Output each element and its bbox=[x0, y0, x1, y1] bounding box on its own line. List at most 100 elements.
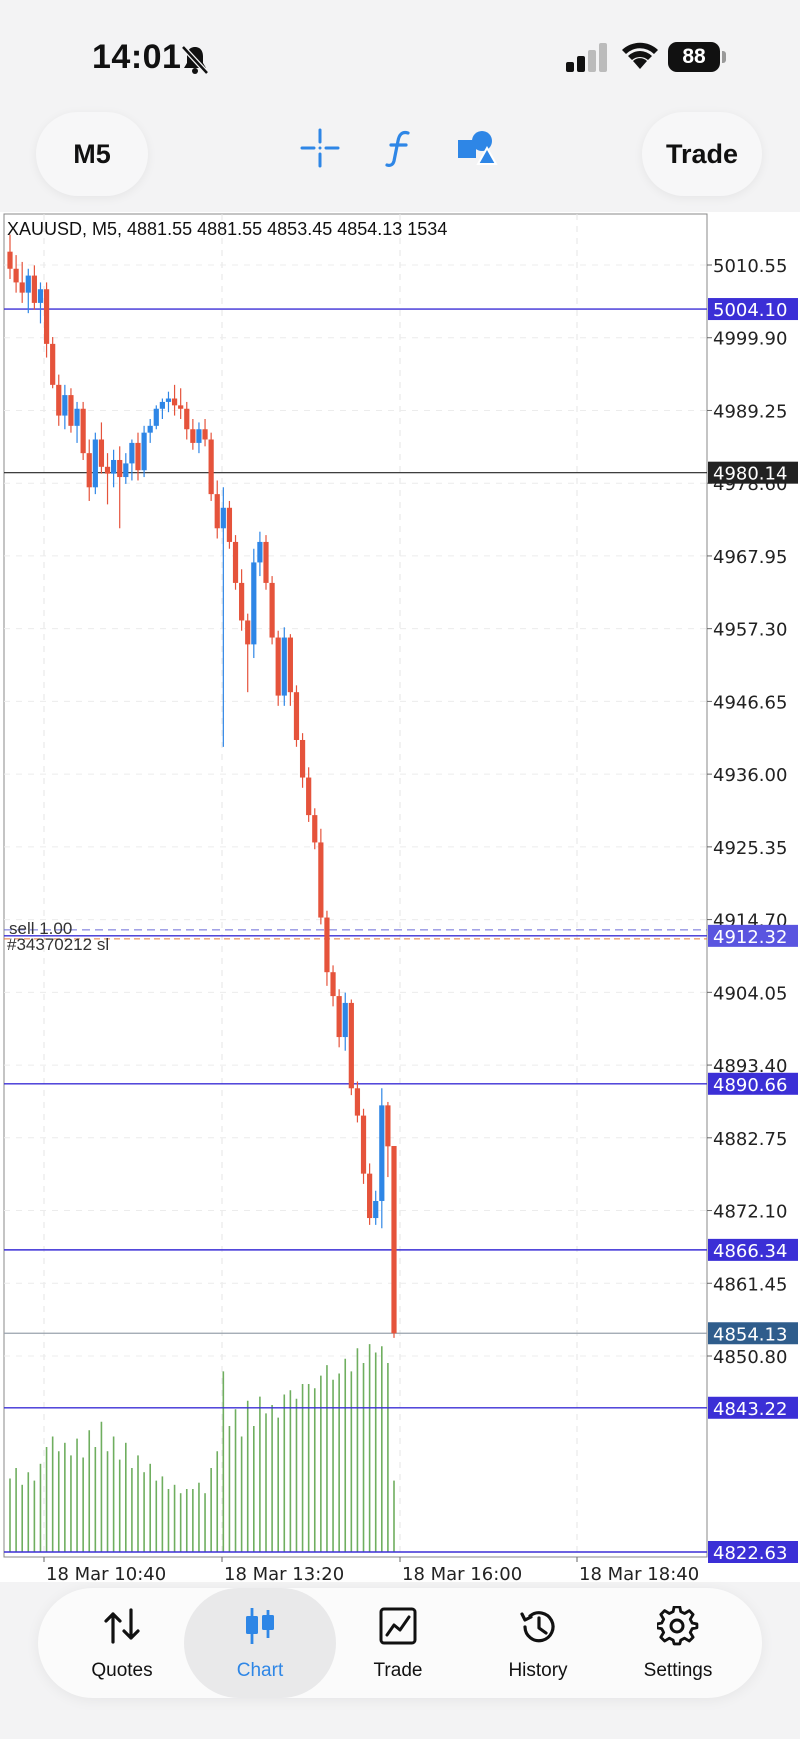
candle-body bbox=[68, 395, 74, 426]
candle-body bbox=[348, 1002, 354, 1089]
price-label-text: 4843.22 bbox=[713, 1399, 787, 1420]
price-label-text: 4912.32 bbox=[713, 927, 787, 948]
candle-body bbox=[239, 582, 245, 621]
price-tick-label: 4936.00 bbox=[713, 765, 787, 786]
candle-body bbox=[232, 541, 239, 583]
nav-quotes[interactable]: Quotes bbox=[52, 1588, 192, 1698]
candle-body bbox=[147, 425, 153, 433]
candle-body bbox=[123, 463, 129, 478]
candle-body bbox=[129, 442, 135, 464]
chart-toolbar: M5 Trade bbox=[0, 100, 800, 210]
candle-body bbox=[318, 842, 324, 918]
nav-trade-label: Trade bbox=[373, 1660, 423, 1681]
price-tick-label: 4872.10 bbox=[713, 1202, 787, 1223]
price-label-text: 5004.10 bbox=[713, 300, 787, 321]
price-label-text: 4980.14 bbox=[713, 464, 787, 485]
candle-body bbox=[324, 917, 330, 973]
nav-settings-label: Settings bbox=[643, 1660, 713, 1681]
price-label-text: 4890.66 bbox=[713, 1075, 787, 1096]
price-tick-label: 4999.90 bbox=[713, 329, 787, 350]
candlestick-chart[interactable]: 5010.554999.904989.254978.604967.954957.… bbox=[0, 212, 800, 1582]
crosshair-icon[interactable] bbox=[300, 128, 340, 168]
candle-body bbox=[251, 562, 257, 645]
price-tick-label: 4967.95 bbox=[713, 547, 787, 568]
candle-body bbox=[275, 637, 281, 696]
candle-body bbox=[25, 275, 31, 293]
price-label-text: 4822.63 bbox=[713, 1543, 787, 1564]
price-tick-label: 4904.05 bbox=[713, 983, 787, 1004]
price-label-text: 4866.34 bbox=[713, 1241, 787, 1262]
candle-body bbox=[80, 408, 86, 454]
candle-body bbox=[104, 466, 111, 474]
price-tick-label: 4882.75 bbox=[713, 1129, 787, 1150]
candle-body bbox=[312, 815, 318, 843]
price-label-text: 4854.13 bbox=[713, 1324, 787, 1345]
price-tick-label: 4850.80 bbox=[713, 1347, 787, 1368]
indicators-function-icon[interactable] bbox=[382, 128, 418, 168]
price-tick-label: 4861.45 bbox=[713, 1274, 787, 1295]
price-tick-label: 4946.65 bbox=[713, 692, 787, 713]
candle-body bbox=[7, 251, 13, 269]
status-time: 14:01 bbox=[92, 38, 182, 76]
candle-body bbox=[190, 429, 196, 443]
candle-body bbox=[111, 459, 117, 474]
candle-body bbox=[367, 1173, 373, 1219]
bell-muted-icon bbox=[181, 45, 209, 75]
candle-body bbox=[342, 1002, 348, 1038]
candle-body bbox=[74, 408, 80, 426]
candle-body bbox=[153, 408, 159, 426]
candle-body bbox=[92, 439, 98, 488]
nav-history-label: History bbox=[508, 1660, 568, 1681]
battery-icon: 88 bbox=[668, 42, 728, 72]
candle-body bbox=[336, 996, 342, 1038]
candle-body bbox=[165, 398, 172, 402]
candle-body bbox=[257, 541, 263, 563]
bottom-navigation: Quotes Chart Trade History Settings bbox=[38, 1588, 762, 1698]
candle-body bbox=[37, 289, 44, 303]
candle-body bbox=[330, 972, 336, 997]
price-tick-label: 5010.55 bbox=[713, 256, 787, 277]
candle-body bbox=[13, 268, 19, 283]
history-clock-icon bbox=[520, 1611, 555, 1643]
candle-body bbox=[269, 582, 275, 638]
price-chart[interactable]: 5010.55 4999.90 4989.25 4978.60 4967.95 4957.… bbox=[0, 212, 800, 1582]
candle-body bbox=[62, 395, 68, 416]
battery-level: 88 bbox=[668, 42, 720, 72]
candle-body bbox=[214, 494, 220, 529]
candle-body bbox=[135, 442, 141, 471]
candle-body bbox=[299, 739, 306, 778]
trade-button[interactable]: Trade bbox=[642, 112, 762, 196]
price-tick-label: 4957.30 bbox=[713, 620, 787, 641]
candle-body bbox=[293, 692, 300, 740]
timeframe-button[interactable]: M5 bbox=[36, 112, 148, 196]
nav-history[interactable]: History bbox=[468, 1588, 608, 1698]
time-tick-label: 18 Mar 13:20 bbox=[224, 1564, 344, 1582]
nav-trade[interactable]: Trade bbox=[328, 1588, 468, 1698]
quotes-arrows-icon bbox=[104, 1608, 140, 1644]
candle-body bbox=[141, 432, 147, 471]
objects-shapes-icon[interactable] bbox=[456, 128, 498, 168]
candle-body bbox=[391, 1145, 397, 1334]
candle-body bbox=[208, 439, 214, 495]
settings-gear-icon bbox=[657, 1606, 699, 1646]
cellular-signal-icon bbox=[566, 43, 607, 72]
nav-settings[interactable]: Settings bbox=[608, 1588, 748, 1698]
nav-chart[interactable]: Chart bbox=[184, 1588, 336, 1698]
candle-body bbox=[184, 408, 190, 430]
candle-body bbox=[19, 282, 25, 293]
price-tick-label: 4925.35 bbox=[713, 838, 787, 859]
time-tick-label: 18 Mar 18:40 bbox=[579, 1564, 699, 1582]
nav-quotes-label: Quotes bbox=[91, 1660, 153, 1681]
candle-body bbox=[50, 343, 56, 385]
order-label-sl: #34370212 sl bbox=[7, 935, 110, 954]
candle-body bbox=[98, 439, 105, 467]
price-tick-label: 4989.25 bbox=[713, 401, 787, 422]
wifi-icon bbox=[622, 42, 658, 69]
candle-body bbox=[43, 289, 50, 344]
candle-body bbox=[245, 620, 251, 645]
candle-body bbox=[306, 777, 312, 816]
nav-chart-label: Chart bbox=[236, 1660, 284, 1681]
candle-body bbox=[196, 429, 202, 443]
time-tick-label: 18 Mar 16:00 bbox=[402, 1564, 522, 1582]
candle-body bbox=[220, 507, 226, 529]
